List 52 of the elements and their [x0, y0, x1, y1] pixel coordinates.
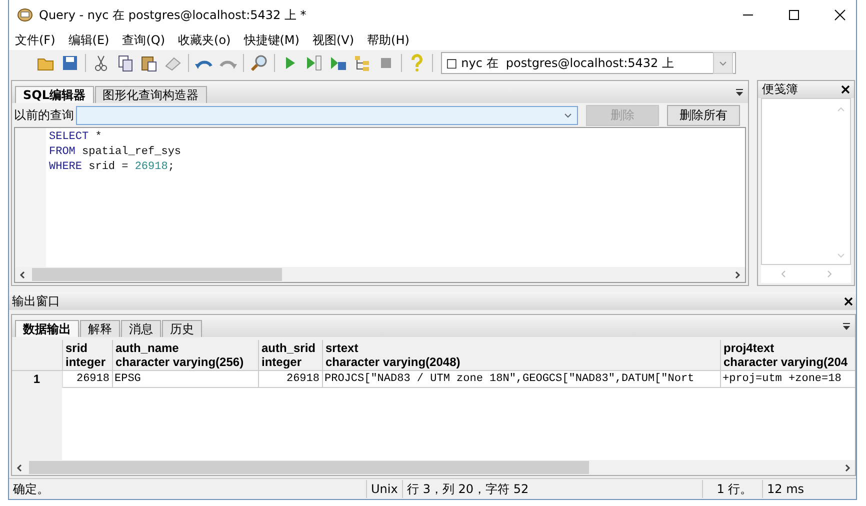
scissors-icon[interactable]	[92, 54, 110, 72]
table-cell: +proj=utm +zone=18	[720, 370, 855, 387]
menu-item[interactable]: 查询(Q)	[122, 32, 166, 48]
delete-button[interactable]: 删除所有	[667, 104, 740, 126]
close-icon[interactable]	[844, 296, 853, 306]
play-save-icon[interactable]	[329, 54, 347, 72]
column-header[interactable]: auth_srid integer	[258, 340, 322, 370]
row-count-status: 1 行。	[703, 480, 763, 498]
output-tab[interactable]: 消息	[121, 320, 161, 337]
tree-icon[interactable]	[353, 54, 371, 72]
app-icon	[17, 7, 33, 23]
dropdown-icon[interactable]	[842, 322, 851, 330]
scrollbar-thumb[interactable]	[29, 461, 589, 474]
table-cell: 26918	[62, 370, 112, 387]
dropdown-icon[interactable]	[735, 88, 744, 96]
menu-item[interactable]: 帮助(H)	[367, 32, 410, 48]
scrollbar-thumb[interactable]	[32, 268, 282, 281]
column-header[interactable]: srid integer	[62, 340, 112, 370]
table-cell: PROJCS["NAD83 / UTM zone 18N",GEOGCS["NAD83",DATUM["Nort	[322, 370, 720, 387]
menu-item[interactable]: 视图(V)	[312, 32, 354, 48]
column-header[interactable]: proj4text character varying(204	[720, 340, 855, 370]
close-icon[interactable]	[841, 85, 850, 94]
status-message: 确定。	[9, 480, 367, 498]
copy-icon[interactable]	[116, 54, 134, 72]
save-icon[interactable]	[61, 54, 79, 72]
output-panel-title: 输出窗口	[12, 292, 60, 310]
table-cell: EPSG	[112, 370, 258, 387]
editor-tab[interactable]: 图形化查询构造器	[94, 86, 206, 103]
output-tab[interactable]: 解释	[80, 320, 120, 337]
panel-title: 便笺簿	[762, 81, 798, 98]
menu-item[interactable]: 文件(F)	[15, 32, 56, 48]
search-icon[interactable]	[250, 54, 268, 72]
column-header[interactable]: srtext character varying(2048)	[322, 340, 720, 370]
elapsed-time-status: 12 ms	[766, 481, 806, 498]
close-icon[interactable]	[834, 9, 846, 21]
previous-query-label: 以前的查询	[14, 106, 74, 124]
table-cell: 26918	[258, 370, 322, 387]
menu-item[interactable]: 收藏夹(o)	[178, 32, 231, 48]
connection-dropdown[interactable]: □ nyc 在 postgres@localhost:5432 上	[441, 52, 736, 74]
row-number: 1	[12, 370, 62, 387]
cursor-position-status: 行 3，列 20，字符 52	[403, 480, 703, 498]
menu-item[interactable]: 编辑(E)	[68, 32, 110, 48]
column-header[interactable]: auth_name character varying(256)	[112, 340, 258, 370]
line-ending-status: Unix	[367, 480, 403, 498]
output-tab[interactable]: 数据输出	[15, 320, 79, 337]
play-script-icon[interactable]	[305, 54, 323, 72]
maximize-icon[interactable]	[788, 9, 800, 21]
paste-icon[interactable]	[140, 54, 158, 72]
menu-item[interactable]: 快捷键(M)	[244, 32, 300, 48]
window-title: Query - nyc 在 postgres@localhost:5432 上 *	[39, 6, 306, 24]
output-tab[interactable]: 历史	[162, 320, 202, 337]
editor-tab[interactable]: SQL编辑器	[15, 86, 94, 103]
